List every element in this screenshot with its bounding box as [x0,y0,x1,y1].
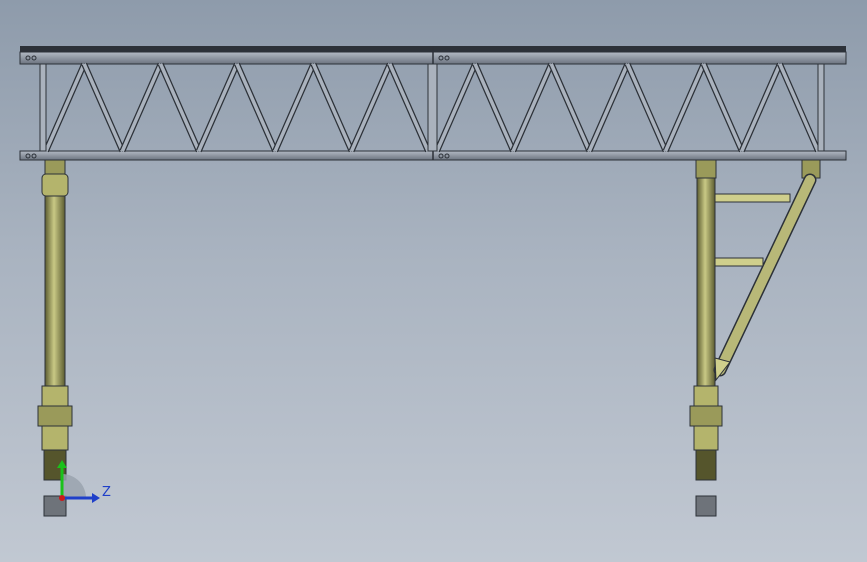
left-jack-lower [41,425,69,451]
brace-gusset [714,357,731,382]
truss-diagonal [273,63,316,152]
truss-diagonal [625,63,668,152]
right-column-cap [695,159,717,179]
left-column-shaft [44,195,66,387]
truss-diagonal [435,63,477,152]
truss-diagonal [349,63,392,152]
truss-diagonal [511,63,553,152]
left-column-assembly [37,159,73,517]
truss-diagonal [44,63,86,152]
right-column-assembly [689,159,821,517]
truss-diagonal [549,63,592,152]
truss-diagonal [235,63,277,152]
truss-diagonal [197,63,239,152]
right-jack-flange [689,405,723,427]
right-screw-jack [695,449,717,481]
left-column-head [41,173,69,197]
cad-viewport[interactable]: Z [0,0,867,562]
truss-diagonal [663,63,706,152]
gantry-frame-drawing [19,46,847,517]
left-column-cap [44,159,66,175]
truss-diagonal [740,63,782,152]
truss-diagonal [120,63,163,152]
truss-diagonal [473,63,515,152]
truss-girder [19,46,847,161]
truss-diagonal [587,63,630,152]
truss-diagonal [158,63,201,152]
horizontal-tie-upper [714,193,791,203]
left-jack-flange [37,405,73,427]
truss-diagonal [82,63,125,152]
truss-diagonal [388,63,430,152]
truss-diagonal [778,63,820,152]
truss-end-post-right [817,63,825,152]
truss-end-post-left [39,63,47,152]
right-column-shaft [696,177,716,387]
truss-diagonal [311,63,354,152]
right-jack-lower [693,425,719,451]
horizontal-tie-lower [714,257,764,267]
right-jack-upper [693,385,719,409]
triad-z-axis-label: Z [102,485,111,500]
truss-mid-post [427,63,438,152]
right-foot-block [695,495,717,517]
left-jack-upper [41,385,69,409]
view-orientation-triad-icon[interactable] [57,460,100,503]
truss-diagonal [702,63,744,152]
